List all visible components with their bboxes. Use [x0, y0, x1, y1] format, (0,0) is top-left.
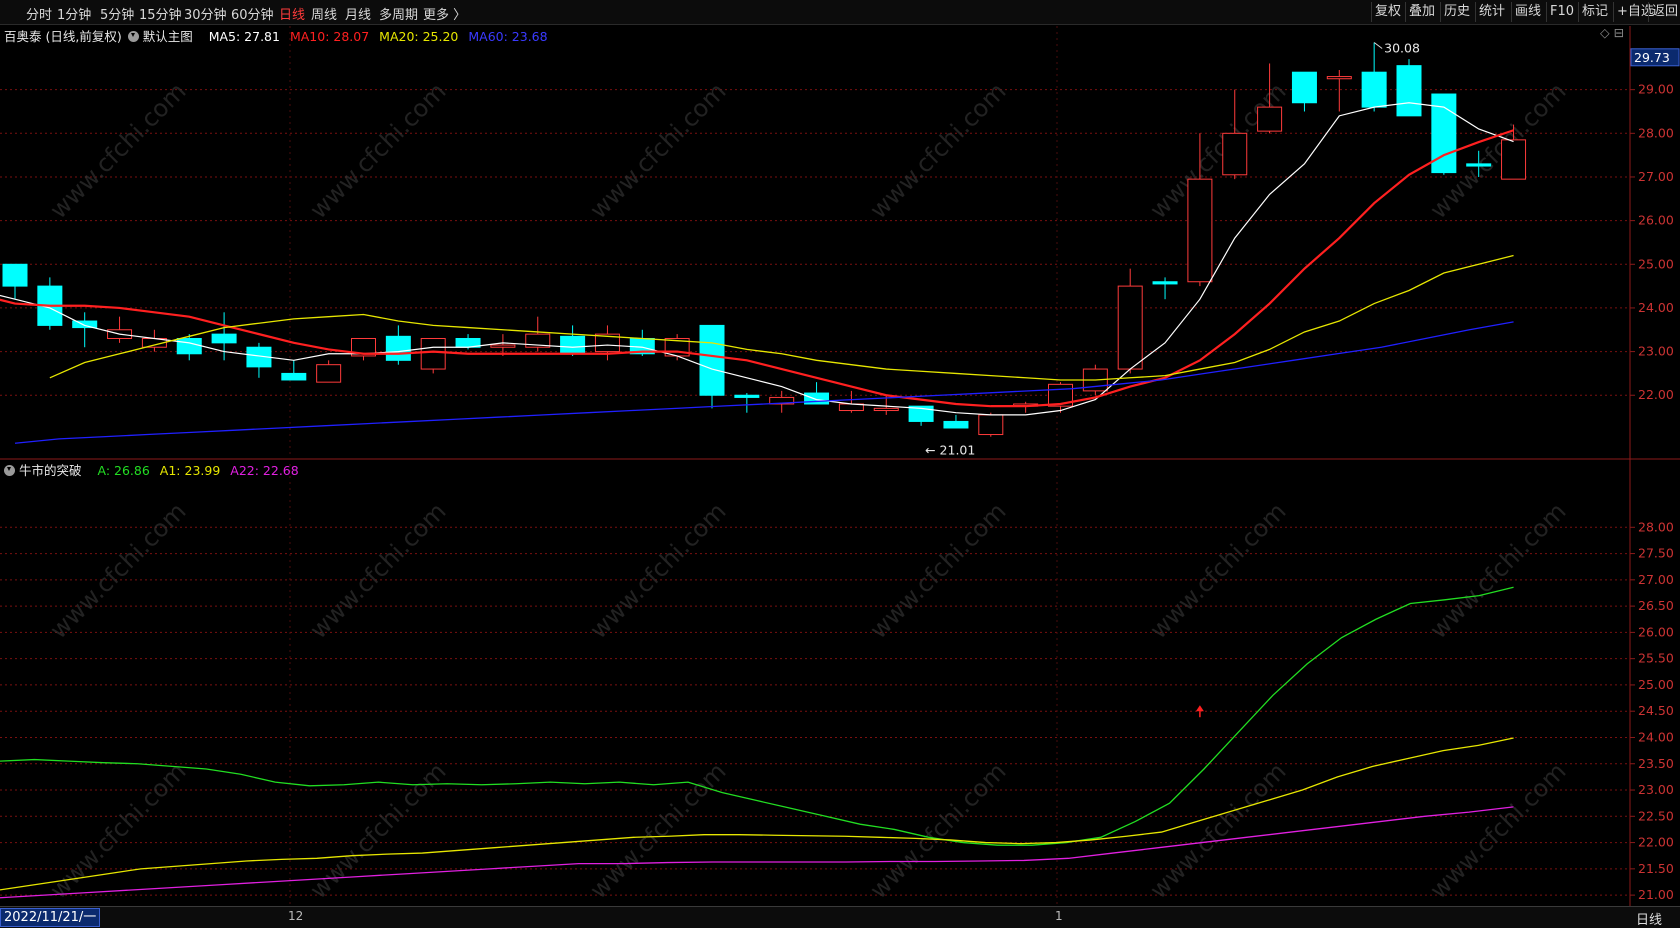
candle-body: [978, 414, 1004, 436]
a22-line: [0, 806, 1514, 899]
ma5-label: MA5: 27.81: [208, 29, 280, 44]
candle-body: [490, 344, 516, 348]
candle-body: [1326, 76, 1352, 80]
watermark-text: www.cfchi.com: [864, 757, 1011, 904]
main-legend: 百奥泰 (日线,前复权) 默认主图 MA5: 27.81 MA10: 28.07 …: [4, 26, 554, 45]
buy-signal-arrow-icon: [1195, 705, 1204, 712]
sub-tick-label: 27.00: [1638, 572, 1674, 587]
template-selector[interactable]: 默认主图: [127, 29, 199, 44]
watermark-text: www.cfchi.com: [44, 497, 191, 644]
candle-body: [281, 372, 307, 381]
candle-body: [699, 324, 725, 396]
main-tick-label: 23.00: [1638, 344, 1674, 359]
sub-tick-label: 27.50: [1638, 546, 1674, 561]
period-indicator: 日线: [1635, 913, 1662, 928]
a1-label: A1: 23.99: [159, 463, 221, 478]
candle-body: [72, 320, 98, 329]
cursor-date: 2022/11/21/一: [0, 908, 101, 927]
candle-body: [2, 263, 28, 287]
kline-chart[interactable]: 22.00 23.00 24.00 25.00 26.00 27.00 28.00 29.00…: [0, 0, 1680, 906]
a-label: A: 26.86: [97, 463, 150, 478]
candle-body: [1466, 163, 1492, 167]
sub-tick-label: 26.00: [1638, 624, 1674, 639]
candle-body: [316, 364, 342, 383]
candle-body: [1257, 106, 1283, 132]
main-tick-label: 29.00: [1638, 82, 1674, 97]
stock-title: 百奥泰 (日线,前复权): [4, 29, 122, 44]
candle-body: [1501, 139, 1527, 180]
sub-tick-label: 25.50: [1638, 651, 1674, 666]
main-tick-label: 28.00: [1638, 125, 1674, 140]
sub-tick-label: 24.00: [1638, 729, 1674, 744]
watermark-text: www.cfchi.com: [304, 77, 451, 224]
candle-body: [211, 333, 237, 344]
sub-tick-label: 23.00: [1638, 782, 1674, 797]
a22-label: A22: 22.68: [230, 463, 299, 478]
sub-tick-label: 21.00: [1638, 887, 1674, 902]
watermark-text: www.cfchi.com: [584, 77, 731, 224]
candle-body: [385, 335, 411, 361]
watermark-text: www.cfchi.com: [304, 497, 451, 644]
watermark-text: www.cfchi.com: [584, 497, 731, 644]
watermark-text: www.cfchi.com: [1424, 497, 1571, 644]
main-tick-label: 22.00: [1638, 387, 1674, 402]
sub-tick-label: 25.00: [1638, 677, 1674, 692]
candle-body: [1152, 281, 1178, 285]
dropdown-icon: [4, 465, 15, 476]
sub-tick-label: 22.00: [1638, 835, 1674, 850]
candle-body: [734, 394, 760, 398]
candle-body: [1396, 65, 1422, 117]
month-label-1: 1: [1055, 909, 1063, 923]
main-tick-label: 25.00: [1638, 256, 1674, 271]
watermark-text: www.cfchi.com: [304, 757, 451, 904]
watermark-text: www.cfchi.com: [44, 77, 191, 224]
watermark-text: www.cfchi.com: [44, 757, 191, 904]
indicator-selector[interactable]: 牛市的突破: [4, 463, 88, 478]
a-line: [0, 586, 1514, 846]
candle-body: [1187, 178, 1213, 283]
candle-body: [560, 335, 586, 355]
dropdown-icon: [127, 31, 139, 42]
watermark-text: www.cfchi.com: [584, 757, 731, 904]
candle-body: [420, 337, 446, 370]
a1-line: [0, 737, 1514, 891]
candle-body: [176, 337, 202, 355]
sub-tick-label: 21.50: [1638, 861, 1674, 876]
ma60-label: MA60: 23.68: [468, 29, 548, 44]
ma10-label: MA10: 28.07: [289, 29, 370, 44]
main-tick-label: 24.00: [1638, 300, 1674, 315]
candle-body: [943, 420, 969, 429]
current-price-label: 29.73: [1634, 50, 1670, 65]
settings-diamond-icon[interactable]: ◇ ⊟: [1600, 25, 1624, 40]
main-tick-label: 26.00: [1638, 213, 1674, 228]
sub-tick-label: 26.50: [1638, 598, 1674, 613]
candle-body: [1291, 71, 1317, 104]
template-label: 默认主图: [142, 29, 193, 44]
candle-body: [873, 407, 899, 412]
watermark-text: www.cfchi.com: [864, 77, 1011, 224]
sub-tick-label: 24.50: [1638, 703, 1674, 718]
high-annotation: 30.08: [1384, 41, 1420, 56]
high-marker-line: [1373, 42, 1383, 49]
main-tick-label: 27.00: [1638, 169, 1674, 184]
ma5-line: [0, 102, 1514, 416]
candle-body: [1361, 71, 1387, 108]
watermark-text: www.cfchi.com: [1424, 757, 1571, 904]
sub-tick-label: 22.50: [1638, 808, 1674, 823]
candle-body: [1117, 285, 1143, 370]
month-label-12: 12: [288, 909, 304, 923]
candle-body: [1222, 132, 1248, 176]
indicator-legend: 牛市的突破 A: 26.86 A1: 23.99 A22: 22.68: [4, 460, 305, 479]
ma10-line: [0, 129, 1514, 408]
time-axis-bar: 2022/11/21/一 12 1 日线: [0, 906, 1680, 928]
sub-tick-label: 28.00: [1638, 519, 1674, 534]
watermark-text: www.cfchi.com: [1144, 497, 1291, 644]
sub-tick-label: 23.50: [1638, 756, 1674, 771]
watermark-text: www.cfchi.com: [864, 497, 1011, 644]
low-annotation: ← 21.01: [925, 442, 975, 457]
indicator-name: 牛市的突破: [19, 463, 82, 478]
ma20-label: MA20: 25.20: [379, 29, 459, 44]
